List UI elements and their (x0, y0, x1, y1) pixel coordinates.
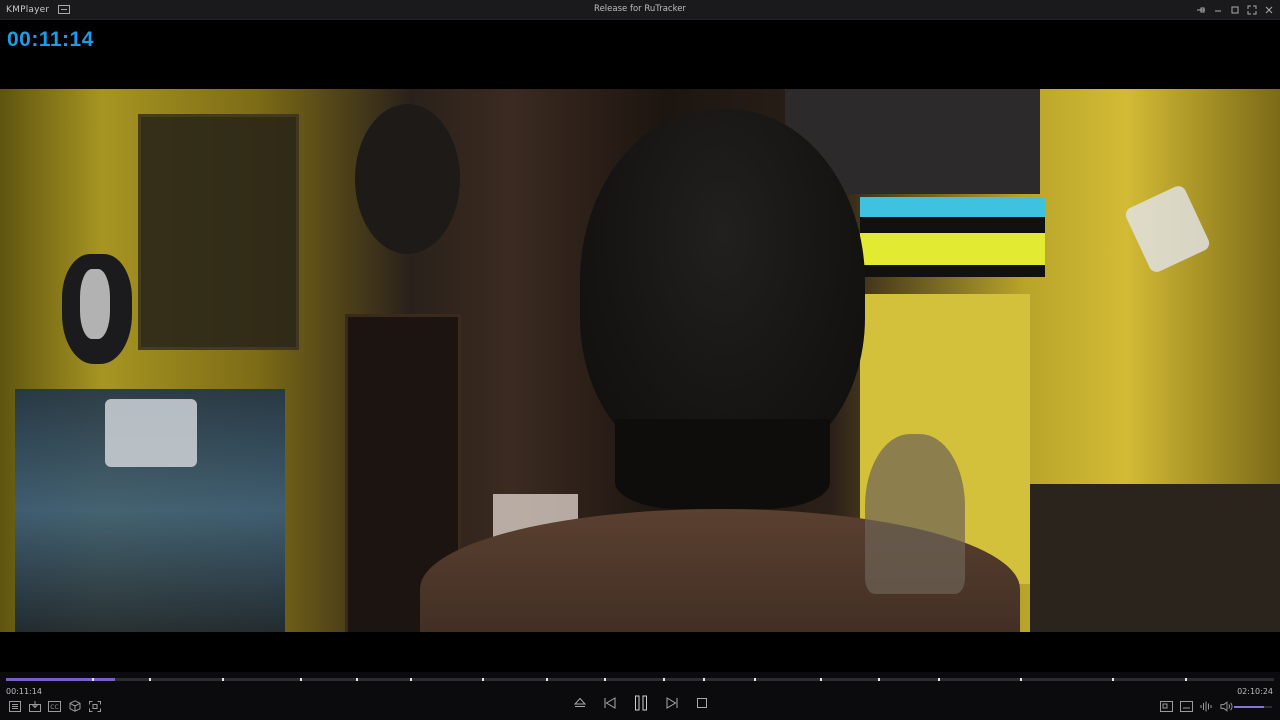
pause-icon[interactable] (632, 694, 650, 712)
shelf-shape (1030, 484, 1280, 632)
fullscreen-toggle-icon[interactable] (1247, 5, 1257, 15)
chapter-marker[interactable] (604, 678, 607, 681)
chapter-marker[interactable] (149, 678, 152, 681)
chapter-marker[interactable] (1020, 678, 1023, 681)
kmplayer-window: KMPlayer Release for RuTracker 00:11:14 … (0, 0, 1280, 720)
playback-controls (572, 694, 710, 712)
volume-icon[interactable] (1220, 700, 1233, 712)
left-toolbar: CC (8, 700, 101, 712)
chapter-marker[interactable] (300, 678, 303, 681)
minimize-icon[interactable] (1213, 5, 1223, 15)
person-head-shape (580, 109, 865, 469)
svg-text:CC: CC (50, 704, 58, 711)
volume-level (1234, 706, 1265, 708)
total-time: 02:10:24 (1237, 687, 1273, 696)
chapter-marker[interactable] (410, 678, 413, 681)
next-icon[interactable] (664, 695, 680, 711)
title-bar[interactable]: KMPlayer Release for RuTracker (0, 0, 1280, 20)
volume-slider[interactable] (1234, 706, 1272, 708)
audio-equalizer-icon[interactable] (1200, 700, 1213, 712)
chapter-marker[interactable] (878, 678, 881, 681)
neon-sign-shape (860, 197, 1045, 277)
chapter-marker[interactable] (355, 678, 358, 681)
video-settings-icon[interactable] (1160, 700, 1173, 712)
guitar-pickguard-shape (80, 269, 110, 339)
fullscreen-icon[interactable] (88, 700, 101, 712)
chapter-marker[interactable] (92, 678, 95, 681)
chapter-marker[interactable] (1185, 678, 1188, 681)
app-logo-text: KMPlayer (6, 4, 50, 15)
chapter-marker[interactable] (221, 678, 224, 681)
stop-icon[interactable] (694, 695, 710, 711)
previous-icon[interactable] (602, 695, 618, 711)
chapter-marker[interactable] (481, 678, 484, 681)
eject-icon[interactable] (572, 695, 588, 711)
video-frame[interactable] (0, 89, 1280, 632)
wall-clock-shape (355, 104, 460, 254)
window-controls (1196, 0, 1274, 19)
window-title: Release for RuTracker (594, 4, 686, 14)
chapter-marker[interactable] (820, 678, 823, 681)
brand[interactable]: KMPlayer (6, 4, 71, 15)
menu-icon[interactable] (58, 5, 71, 14)
security-camera-shape (1123, 183, 1212, 275)
chapter-marker[interactable] (546, 678, 549, 681)
shopkeeper-shape (865, 434, 965, 594)
3d-icon[interactable] (68, 700, 81, 712)
chapter-marker[interactable] (1111, 678, 1114, 681)
chapter-marker[interactable] (662, 678, 665, 681)
chapter-marker[interactable] (754, 678, 757, 681)
wall-sign-left (138, 114, 299, 350)
register-shape (105, 399, 197, 467)
chapter-markers (6, 678, 1274, 681)
pin-icon[interactable] (1196, 5, 1206, 15)
seek-bar[interactable] (6, 678, 1274, 681)
maximize-icon[interactable] (1230, 5, 1240, 15)
chapter-marker[interactable] (937, 678, 940, 681)
subtitles-toggle-icon[interactable] (1180, 700, 1193, 712)
subtitle-icon[interactable]: CC (48, 700, 61, 712)
control-bar: 00:11:14 02:10:24 CC (0, 672, 1280, 720)
chapter-marker[interactable] (703, 678, 706, 681)
capture-icon[interactable] (28, 700, 41, 712)
current-time: 00:11:14 (6, 687, 42, 696)
person-neck-shape (615, 419, 830, 509)
close-icon[interactable] (1264, 5, 1274, 15)
playlist-icon[interactable] (8, 700, 21, 712)
osd-time: 00:11:14 (7, 28, 94, 51)
right-toolbar (1160, 700, 1233, 712)
